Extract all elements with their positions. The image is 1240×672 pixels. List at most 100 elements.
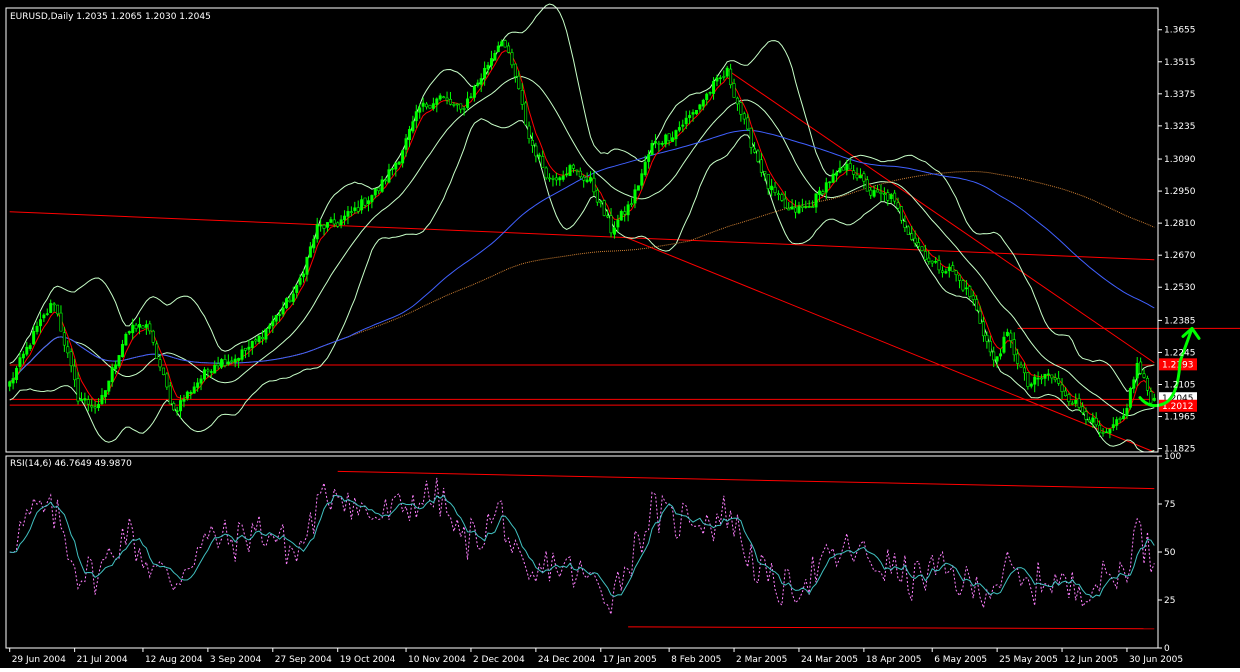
candle-body[interactable] [257,335,261,342]
candle-body[interactable] [209,371,213,373]
candle-body[interactable] [476,82,480,86]
candle-body[interactable] [370,195,374,203]
candle-body[interactable] [920,246,924,251]
candle-body[interactable] [117,355,121,367]
candle-body[interactable] [319,224,323,227]
candle-body[interactable] [240,349,244,360]
candle-body[interactable] [937,260,941,271]
candle-body[interactable] [271,320,275,327]
candle-body[interactable] [848,163,852,170]
candle-body[interactable] [1026,372,1030,387]
candle-body[interactable] [479,78,483,85]
candle-body[interactable] [230,360,234,363]
candle-body[interactable] [233,358,237,363]
candle-body[interactable] [746,117,750,130]
candle-body[interactable] [322,224,326,229]
candle-body[interactable] [794,207,798,213]
candle-body[interactable] [261,336,265,339]
candle-body[interactable] [278,314,282,316]
candle-body[interactable] [312,238,316,249]
candle-body[interactable] [284,298,288,309]
candle-body[interactable] [838,167,842,173]
candle-body[interactable] [192,386,196,394]
candle-body[interactable] [708,92,712,94]
candle-body[interactable] [404,138,408,150]
candle-body[interactable] [52,303,56,306]
candle-body[interactable] [520,90,524,105]
candle-body[interactable] [995,356,999,362]
candle-body[interactable] [448,99,452,105]
candle-body[interactable] [1139,361,1143,374]
candle-body[interactable] [1005,331,1009,336]
candle-body[interactable] [681,124,685,127]
candle-body[interactable] [189,392,193,394]
candle-body[interactable] [1046,373,1050,376]
candle-body[interactable] [896,202,900,209]
candle-body[interactable] [428,104,432,109]
candle-body[interactable] [1091,417,1095,423]
candle-body[interactable] [537,154,541,157]
candle-body[interactable] [66,346,70,354]
candle-body[interactable] [298,277,302,285]
candle-body[interactable] [650,143,654,155]
candle-body[interactable] [1149,391,1153,404]
candle-body[interactable] [910,233,914,240]
candle-body[interactable] [657,142,661,145]
candle-body[interactable] [483,67,487,79]
candle-body[interactable] [32,331,36,345]
candle-body[interactable] [845,163,849,171]
candle-body[interactable] [783,198,787,209]
candle-body[interactable] [62,332,66,346]
candle-body[interactable] [243,347,247,351]
candle-body[interactable] [1012,339,1016,356]
candle-body[interactable] [1118,417,1122,420]
candle-body[interactable] [722,76,726,78]
candle-body[interactable] [619,211,623,221]
candle-body[interactable] [397,161,401,165]
candle-body[interactable] [455,103,459,106]
candle-body[interactable] [21,353,25,359]
candle-body[interactable] [691,112,695,115]
candle-body[interactable] [599,201,603,204]
candle-body[interactable] [281,307,285,315]
candle-body[interactable] [886,192,890,201]
candle-body[interactable] [1111,424,1115,428]
candle-body[interactable] [131,324,135,334]
candle-body[interactable] [899,206,903,221]
candle-body[interactable] [701,99,705,107]
candle-body[interactable] [951,265,955,272]
candle-body[interactable] [934,260,938,263]
candle-body[interactable] [554,177,558,181]
candle-body[interactable] [346,211,350,217]
candle-body[interactable] [612,227,616,235]
candle-body[interactable] [797,206,801,214]
candle-body[interactable] [671,137,675,142]
candle-body[interactable] [1002,336,1006,353]
candle-body[interactable] [674,130,678,140]
candle-body[interactable] [141,325,145,329]
candle-body[interactable] [954,270,958,276]
candle-body[interactable] [343,215,347,221]
candle-body[interactable] [988,341,992,353]
candle-body[interactable] [103,390,107,398]
candle-body[interactable] [76,378,80,402]
candle-body[interactable] [749,127,753,148]
candle-body[interactable] [971,295,975,300]
candle-body[interactable] [582,176,586,181]
candle-body[interactable] [725,67,729,77]
candle-body[interactable] [353,207,357,211]
candle-body[interactable] [814,193,818,208]
candle-body[interactable] [958,274,962,281]
candle-body[interactable] [759,159,763,173]
candle-body[interactable] [42,314,46,319]
candle-body[interactable] [578,170,582,177]
candle-body[interactable] [568,165,572,176]
candle-body[interactable] [766,174,770,189]
candle-body[interactable] [698,104,702,110]
candle-body[interactable] [435,98,439,105]
candle-body[interactable] [425,103,429,108]
candle-body[interactable] [25,346,29,355]
candle-body[interactable] [770,185,774,191]
candle-body[interactable] [800,205,804,208]
candle-body[interactable] [961,280,965,291]
